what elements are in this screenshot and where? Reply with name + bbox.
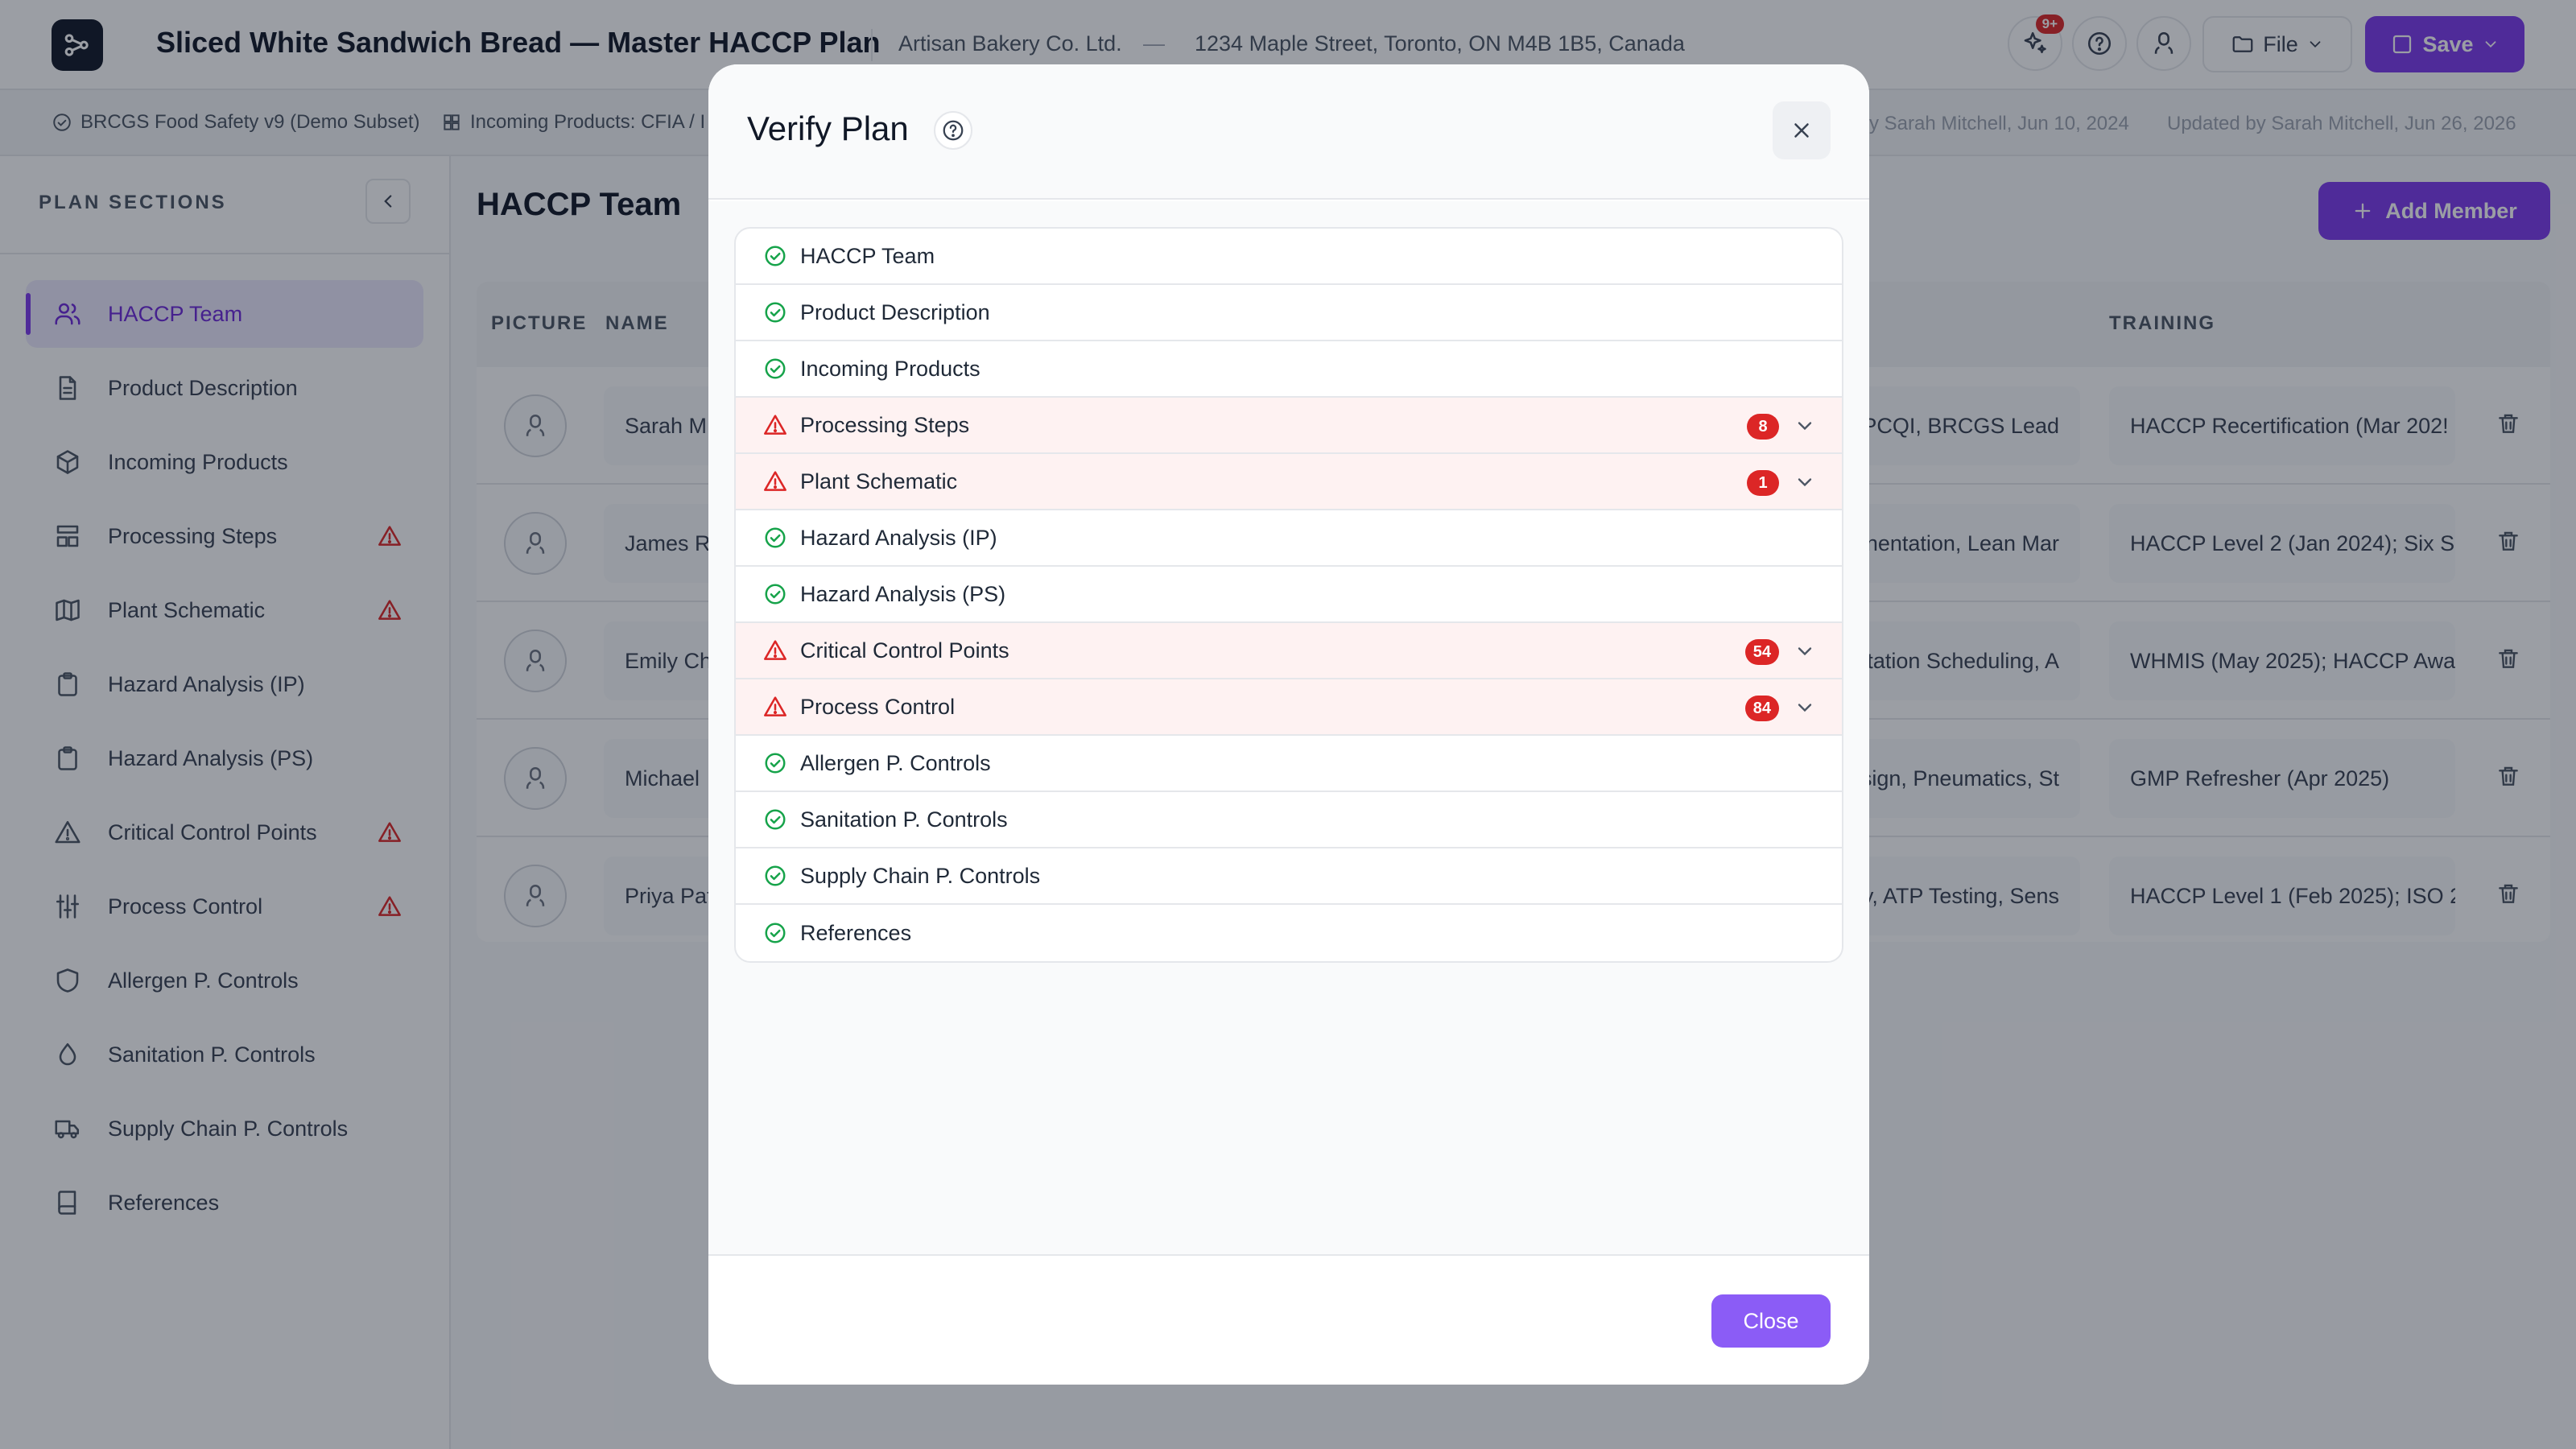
check-circle-icon (762, 524, 789, 551)
verify-item-label: HACCP Team (800, 243, 935, 268)
dialog-help-button[interactable] (934, 111, 972, 150)
verify-item-product-description: Product Description (736, 285, 1842, 341)
chevron-down-icon[interactable] (1794, 696, 1816, 719)
check-circle-icon (762, 242, 789, 270)
verify-item-label: Hazard Analysis (IP) (800, 525, 997, 550)
warning-icon (762, 468, 789, 495)
dialog-close-button[interactable] (1773, 101, 1831, 159)
issue-count-badge: 84 (1744, 696, 1779, 721)
verify-item-haccp-team: HACCP Team (736, 229, 1842, 285)
verify-item-supply-chain-p-controls: Supply Chain P. Controls (736, 848, 1842, 905)
dialog-header: Verify Plan (708, 64, 1869, 200)
verify-item-processing-steps[interactable]: Processing Steps 8 (736, 398, 1842, 454)
verify-item-label: Critical Control Points (800, 638, 1009, 663)
verify-item-label: Product Description (800, 299, 990, 324)
verify-item-plant-schematic[interactable]: Plant Schematic 1 (736, 454, 1842, 510)
help-circle-icon (943, 120, 964, 141)
verify-plan-dialog: Verify Plan HACCP Team Product Descriptio… (708, 64, 1869, 1385)
verify-item-label: Sanitation P. Controls (800, 807, 1008, 832)
warning-icon (762, 411, 789, 439)
verify-item-sanitation-p-controls: Sanitation P. Controls (736, 792, 1842, 848)
dialog-title: Verify Plan (747, 109, 909, 147)
verify-item-process-control[interactable]: Process Control 84 (736, 679, 1842, 736)
app-page: Sliced White Sandwich Bread — Master HAC… (0, 0, 2576, 1449)
warning-icon (762, 637, 789, 664)
dialog-footer: Close (708, 1254, 1869, 1385)
check-circle-icon (762, 355, 789, 382)
verification-list: HACCP Team Product Description Incoming Pr… (734, 227, 1843, 963)
close-icon (1794, 123, 1809, 138)
verify-item-label: Processing Steps (800, 412, 970, 437)
verify-item-label: Process Control (800, 694, 956, 719)
check-circle-icon (762, 749, 789, 777)
check-circle-icon (762, 919, 789, 947)
issue-count-badge: 8 (1747, 414, 1779, 440)
chevron-down-icon[interactable] (1794, 640, 1816, 663)
verify-item-label: Plant Schematic (800, 469, 958, 493)
chevron-down-icon[interactable] (1794, 415, 1816, 437)
verify-item-hazard-analysis-ps: Hazard Analysis (PS) (736, 567, 1842, 623)
verify-item-incoming-products: Incoming Products (736, 341, 1842, 398)
verify-item-hazard-analysis-ip: Hazard Analysis (IP) (736, 510, 1842, 567)
verify-item-label: Supply Chain P. Controls (800, 863, 1041, 888)
issue-count-badge: 54 (1744, 639, 1779, 665)
verify-item-label: Incoming Products (800, 356, 980, 381)
verify-item-critical-control-points[interactable]: Critical Control Points 54 (736, 623, 1842, 679)
close-button[interactable]: Close (1711, 1294, 1831, 1348)
verify-item-label: References (800, 920, 912, 945)
dialog-body: HACCP Team Product Description Incoming Pr… (708, 201, 1869, 1254)
warning-icon (762, 693, 789, 720)
verify-item-label: Allergen P. Controls (800, 750, 991, 775)
issue-count-badge: 1 (1747, 470, 1779, 496)
verify-item-label: Hazard Analysis (PS) (800, 581, 1006, 606)
check-circle-icon (762, 580, 789, 608)
verify-item-references: References (736, 905, 1842, 961)
check-circle-icon (762, 862, 789, 890)
verify-item-allergen-p-controls: Allergen P. Controls (736, 736, 1842, 792)
check-circle-icon (762, 299, 789, 326)
check-circle-icon (762, 806, 789, 833)
chevron-down-icon[interactable] (1794, 471, 1816, 493)
